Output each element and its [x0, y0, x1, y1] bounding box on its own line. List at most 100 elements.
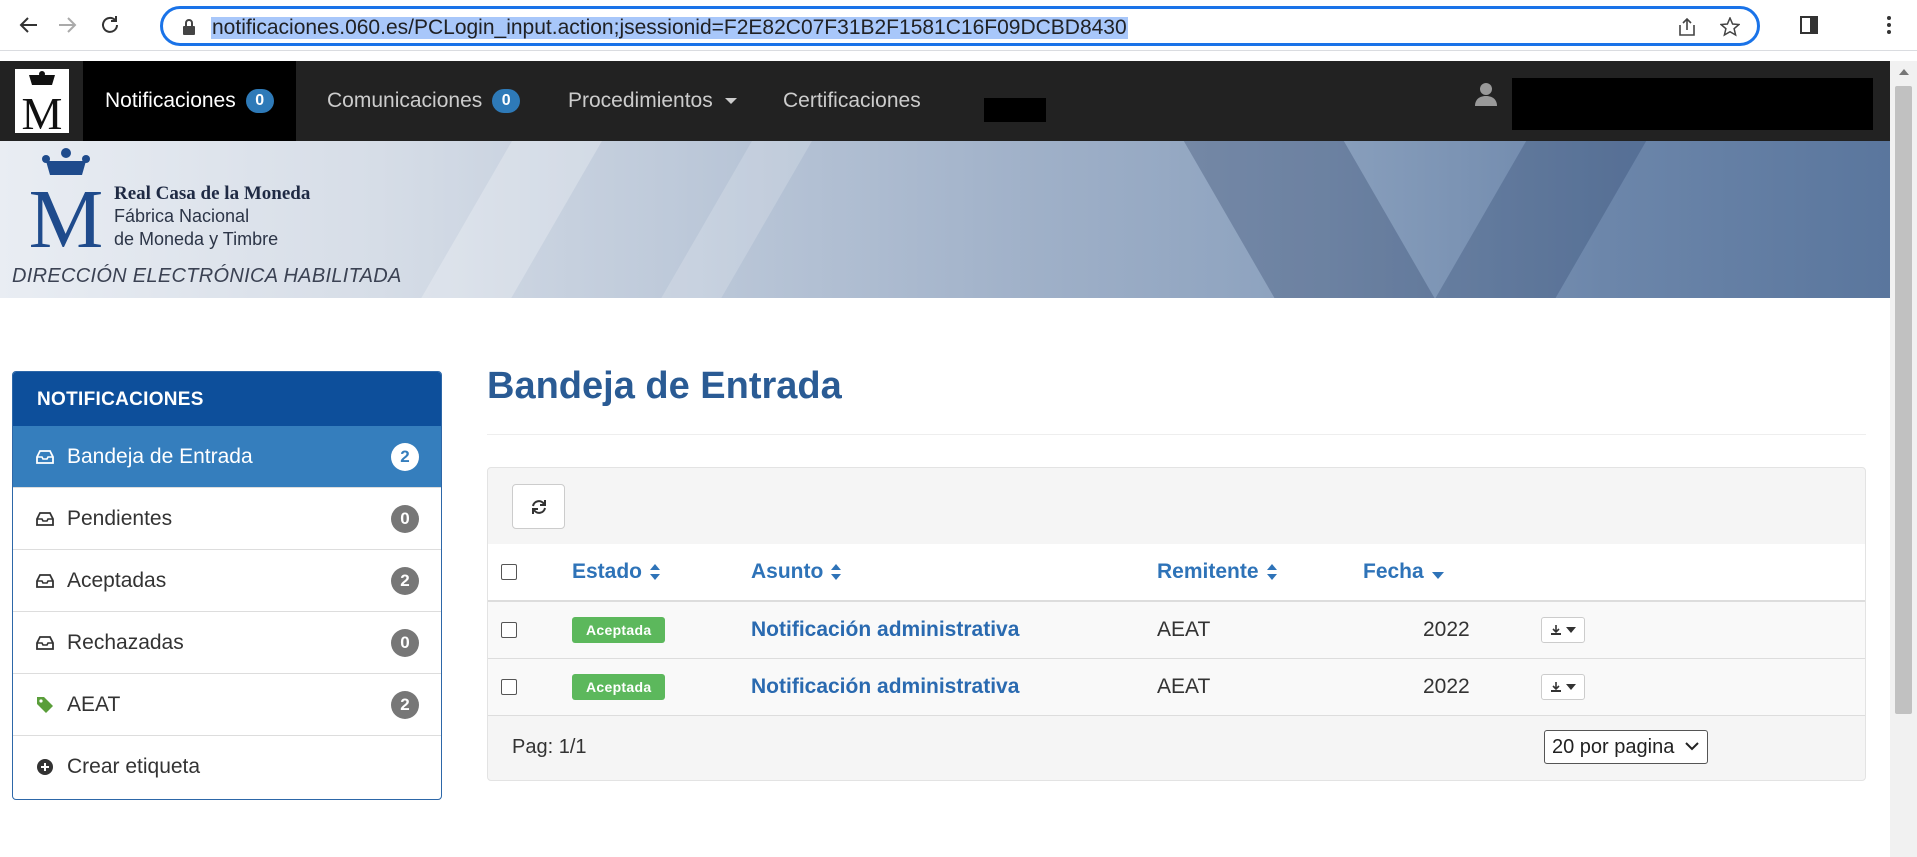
column-estado-label: Estado: [572, 560, 643, 583]
chevron-down-icon: [1685, 742, 1699, 751]
sidebar-item-aceptadas[interactable]: Aceptadas 2: [13, 550, 441, 612]
title-divider: [487, 434, 1866, 435]
inbox-icon: [35, 447, 55, 467]
sidebar-item-label: Crear etiqueta: [67, 755, 201, 778]
more-menu-icon[interactable]: [1874, 10, 1904, 40]
svg-text:M: M: [21, 88, 62, 133]
banner-lines-2-3: Fábrica Nacional de Moneda y Timbre: [114, 205, 278, 251]
asunto-link[interactable]: Notificación administrativa: [751, 675, 1019, 699]
nav-comunicaciones[interactable]: Comunicaciones 0: [305, 61, 542, 141]
sidebar-item-count: 2: [391, 690, 419, 719]
lock-icon[interactable]: [177, 15, 201, 39]
pagination-label: Pag: 1/1: [512, 736, 587, 758]
table-header-row: Estado Asunto Remitente Fecha: [488, 544, 1865, 602]
inbox-icon: [35, 571, 55, 591]
sort-desc-icon: [1431, 571, 1444, 579]
column-asunto-label: Asunto: [751, 560, 824, 583]
tag-icon: [35, 695, 55, 715]
column-fecha[interactable]: Fecha: [1363, 544, 1444, 600]
sidebar-item-label: Aceptadas: [67, 568, 167, 592]
banner-line3: de Moneda y Timbre: [114, 229, 279, 249]
column-fecha-label: Fecha: [1363, 560, 1424, 583]
address-bar[interactable]: notificaciones.060.es/PCLogin_input.acti…: [160, 6, 1760, 46]
select-all-checkbox[interactable]: [501, 544, 517, 600]
fnmt-logo[interactable]: M: [0, 61, 83, 141]
svg-text:M: M: [29, 173, 104, 251]
page-title: Bandeja de Entrada: [487, 365, 842, 407]
nav-comunicaciones-badge: 0: [492, 89, 521, 113]
inbox-icon: [35, 509, 55, 529]
column-remitente[interactable]: Remitente: [1157, 544, 1277, 600]
actions-cell: [1541, 659, 1585, 715]
sidebar-header: NOTIFICACIONES: [13, 372, 441, 426]
reload-icon[interactable]: [95, 10, 125, 40]
inbox-panel: Estado Asunto Remitente Fecha Aceptada N…: [487, 467, 1866, 781]
chevron-down-icon: [724, 98, 737, 104]
sidebar: NOTIFICACIONES Bandeja de Entrada 2 Pend…: [12, 371, 442, 800]
status-cell: Aceptada: [572, 659, 666, 715]
forward-arrow-icon[interactable]: [52, 10, 82, 40]
download-dropdown-button[interactable]: [1541, 674, 1585, 700]
asunto-cell: Notificación administrativa: [751, 602, 1019, 658]
redacted-block: [984, 98, 1046, 122]
notifications-table: Estado Asunto Remitente Fecha Aceptada N…: [488, 544, 1865, 716]
column-asunto[interactable]: Asunto: [751, 544, 842, 600]
sidebar-item-bandeja[interactable]: Bandeja de Entrada 2: [13, 426, 441, 488]
scroll-up-icon[interactable]: [1899, 69, 1909, 75]
sort-icon: [650, 564, 661, 580]
download-dropdown-button[interactable]: [1541, 617, 1585, 643]
inbox-icon: [35, 633, 55, 653]
crown-m-logo: M: [29, 148, 104, 251]
caret-down-icon: [1566, 684, 1576, 690]
url-text[interactable]: notificaciones.060.es/PCLogin_input.acti…: [211, 17, 1128, 39]
sidebar-item-rechazadas[interactable]: Rechazadas 0: [13, 612, 441, 674]
header-banner: M Real Casa de la Moneda Fábrica Naciona…: [0, 141, 1890, 298]
side-panel-icon[interactable]: [1794, 10, 1824, 40]
sidebar-item-crear-etiqueta[interactable]: Crear etiqueta: [13, 736, 441, 798]
nav-notificaciones[interactable]: Notificaciones 0: [83, 61, 296, 141]
sidebar-item-count: 0: [391, 504, 419, 533]
fecha-cell: 2022: [1423, 618, 1470, 641]
sidebar-item-label: Pendientes: [67, 506, 173, 530]
caret-down-icon: [1566, 627, 1576, 633]
status-cell: Aceptada: [572, 602, 666, 658]
download-icon: [1551, 625, 1561, 635]
sidebar-item-aeat[interactable]: AEAT 2: [13, 674, 441, 736]
nav-procedimientos-label: Procedimientos: [568, 89, 713, 112]
remitente-cell: AEAT: [1157, 618, 1211, 641]
banner-line1: Real Casa de la Moneda: [114, 183, 311, 204]
row-checkbox[interactable]: [501, 659, 517, 715]
per-page-select[interactable]: 20 por pagina: [1544, 730, 1708, 764]
nav-procedimientos[interactable]: Procedimientos: [546, 61, 759, 141]
sidebar-item-pendientes[interactable]: Pendientes 0: [13, 488, 441, 550]
redacted-user-name: [1512, 78, 1873, 130]
banner-line2: Fábrica Nacional: [114, 206, 250, 226]
download-icon: [1551, 682, 1561, 692]
plus-circle-icon: [35, 757, 55, 777]
column-estado[interactable]: Estado: [572, 544, 661, 600]
sidebar-item-count: 0: [391, 628, 419, 657]
sidebar-item-label: AEAT: [67, 692, 121, 716]
nav-comunicaciones-label: Comunicaciones: [327, 89, 483, 112]
refresh-button[interactable]: [512, 484, 565, 529]
share-icon[interactable]: [1675, 15, 1699, 39]
bookmark-star-icon[interactable]: [1718, 15, 1742, 39]
status-badge: Aceptada: [572, 674, 666, 700]
direccion-electronica-label: DIRECCIÓN ELECTRÓNICA HABILITADA: [12, 265, 402, 287]
user-icon[interactable]: [1475, 82, 1497, 106]
table-row[interactable]: Aceptada Notificación administrativa AEA…: [488, 659, 1865, 716]
sidebar-item-count: 2: [391, 566, 419, 595]
fecha-cell: 2022: [1423, 675, 1470, 698]
scrollbar-thumb[interactable]: [1895, 86, 1912, 714]
table-row[interactable]: Aceptada Notificación administrativa AEA…: [488, 602, 1865, 659]
column-remitente-label: Remitente: [1157, 560, 1259, 583]
nav-certificaciones[interactable]: Certificaciones: [761, 61, 943, 141]
sidebar-item-label: Bandeja de Entrada: [67, 444, 253, 468]
row-checkbox[interactable]: [501, 602, 517, 658]
page-scrollbar[interactable]: [1890, 61, 1917, 857]
back-arrow-icon[interactable]: [14, 10, 44, 40]
asunto-link[interactable]: Notificación administrativa: [751, 618, 1019, 642]
browser-toolbar: notificaciones.060.es/PCLogin_input.acti…: [0, 0, 1917, 51]
nav-notificaciones-label: Notificaciones: [105, 89, 236, 112]
sort-icon: [831, 564, 842, 580]
